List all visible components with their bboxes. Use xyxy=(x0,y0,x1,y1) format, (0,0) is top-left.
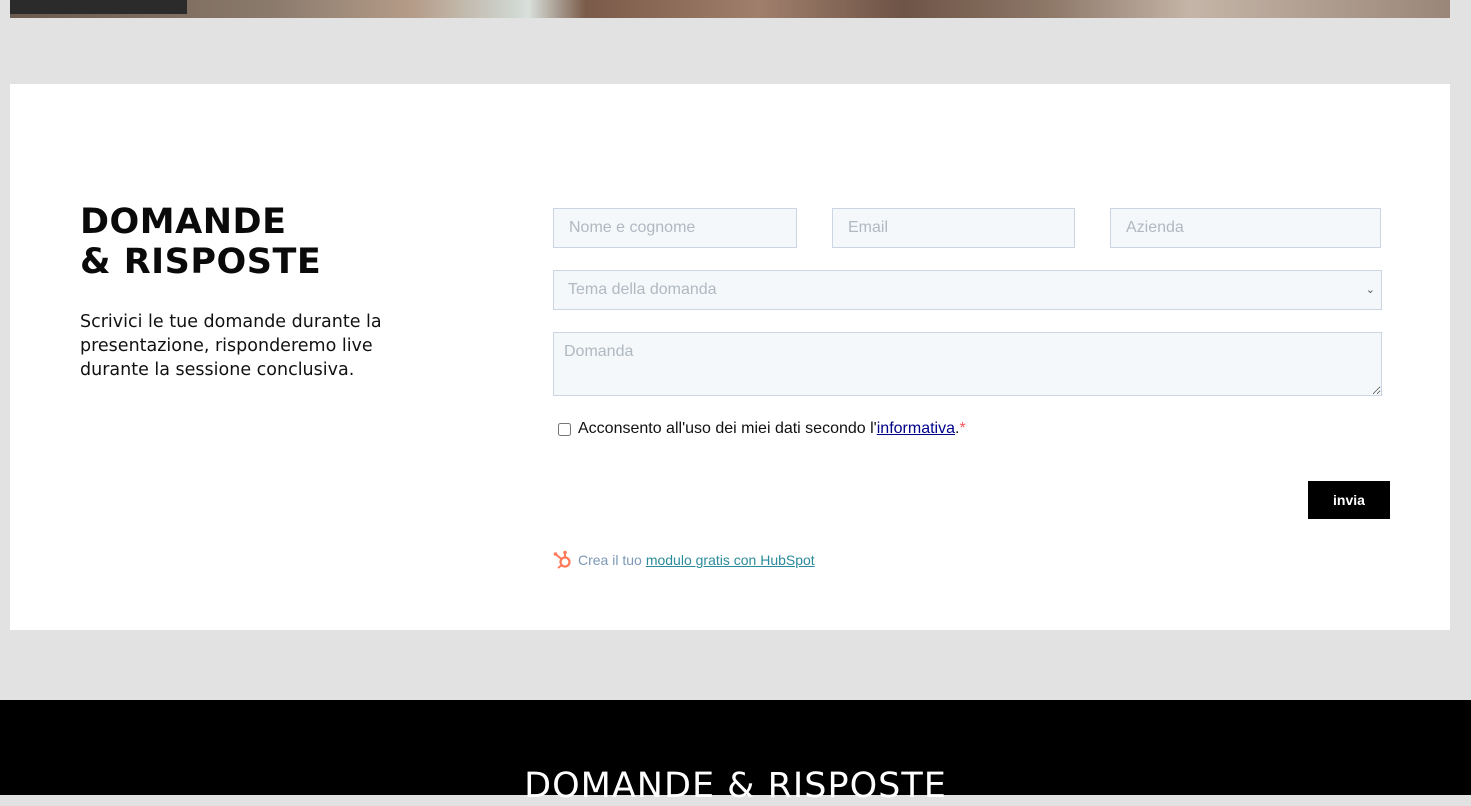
consent-row: Acconsento all'uso dei miei dati secondo… xyxy=(558,419,966,439)
required-marker: * xyxy=(959,420,966,437)
privacy-policy-link[interactable]: informativa xyxy=(877,420,955,438)
footer-title: DOMANDE & RISPOSTE xyxy=(524,766,947,806)
qa-section: DOMANDE & RISPOSTE Scrivici le tue doman… xyxy=(10,84,1450,630)
hero-image xyxy=(10,0,1450,18)
topic-select[interactable]: Tema della domanda ⌄ xyxy=(553,270,1382,310)
section-heading: DOMANDE & RISPOSTE xyxy=(80,202,380,282)
footer-section: DOMANDE & RISPOSTE xyxy=(0,700,1471,806)
heading-line-2: & RISPOSTE xyxy=(80,242,322,282)
name-input[interactable] xyxy=(553,208,797,248)
hubspot-credit: Crea il tuo modulo gratis con HubSpot xyxy=(553,550,815,570)
submit-button[interactable]: invia xyxy=(1308,481,1390,519)
chevron-down-icon: ⌄ xyxy=(1365,284,1375,296)
email-input[interactable] xyxy=(832,208,1075,248)
hero-image-overlay xyxy=(10,0,187,14)
section-description: Scrivici le tue domande durante la prese… xyxy=(80,312,382,380)
company-input[interactable] xyxy=(1110,208,1381,248)
question-textarea[interactable] xyxy=(553,332,1382,396)
hubspot-sprocket-icon xyxy=(553,550,571,569)
hubspot-link[interactable]: modulo gratis con HubSpot xyxy=(646,552,815,568)
heading-line-1: DOMANDE xyxy=(80,202,287,242)
consent-text: Acconsento all'uso dei miei dati secondo… xyxy=(578,420,877,437)
topic-select-value: Tema della domanda xyxy=(568,281,717,298)
consent-checkbox[interactable] xyxy=(558,422,571,436)
hubspot-prefix: Crea il tuo xyxy=(578,552,642,568)
